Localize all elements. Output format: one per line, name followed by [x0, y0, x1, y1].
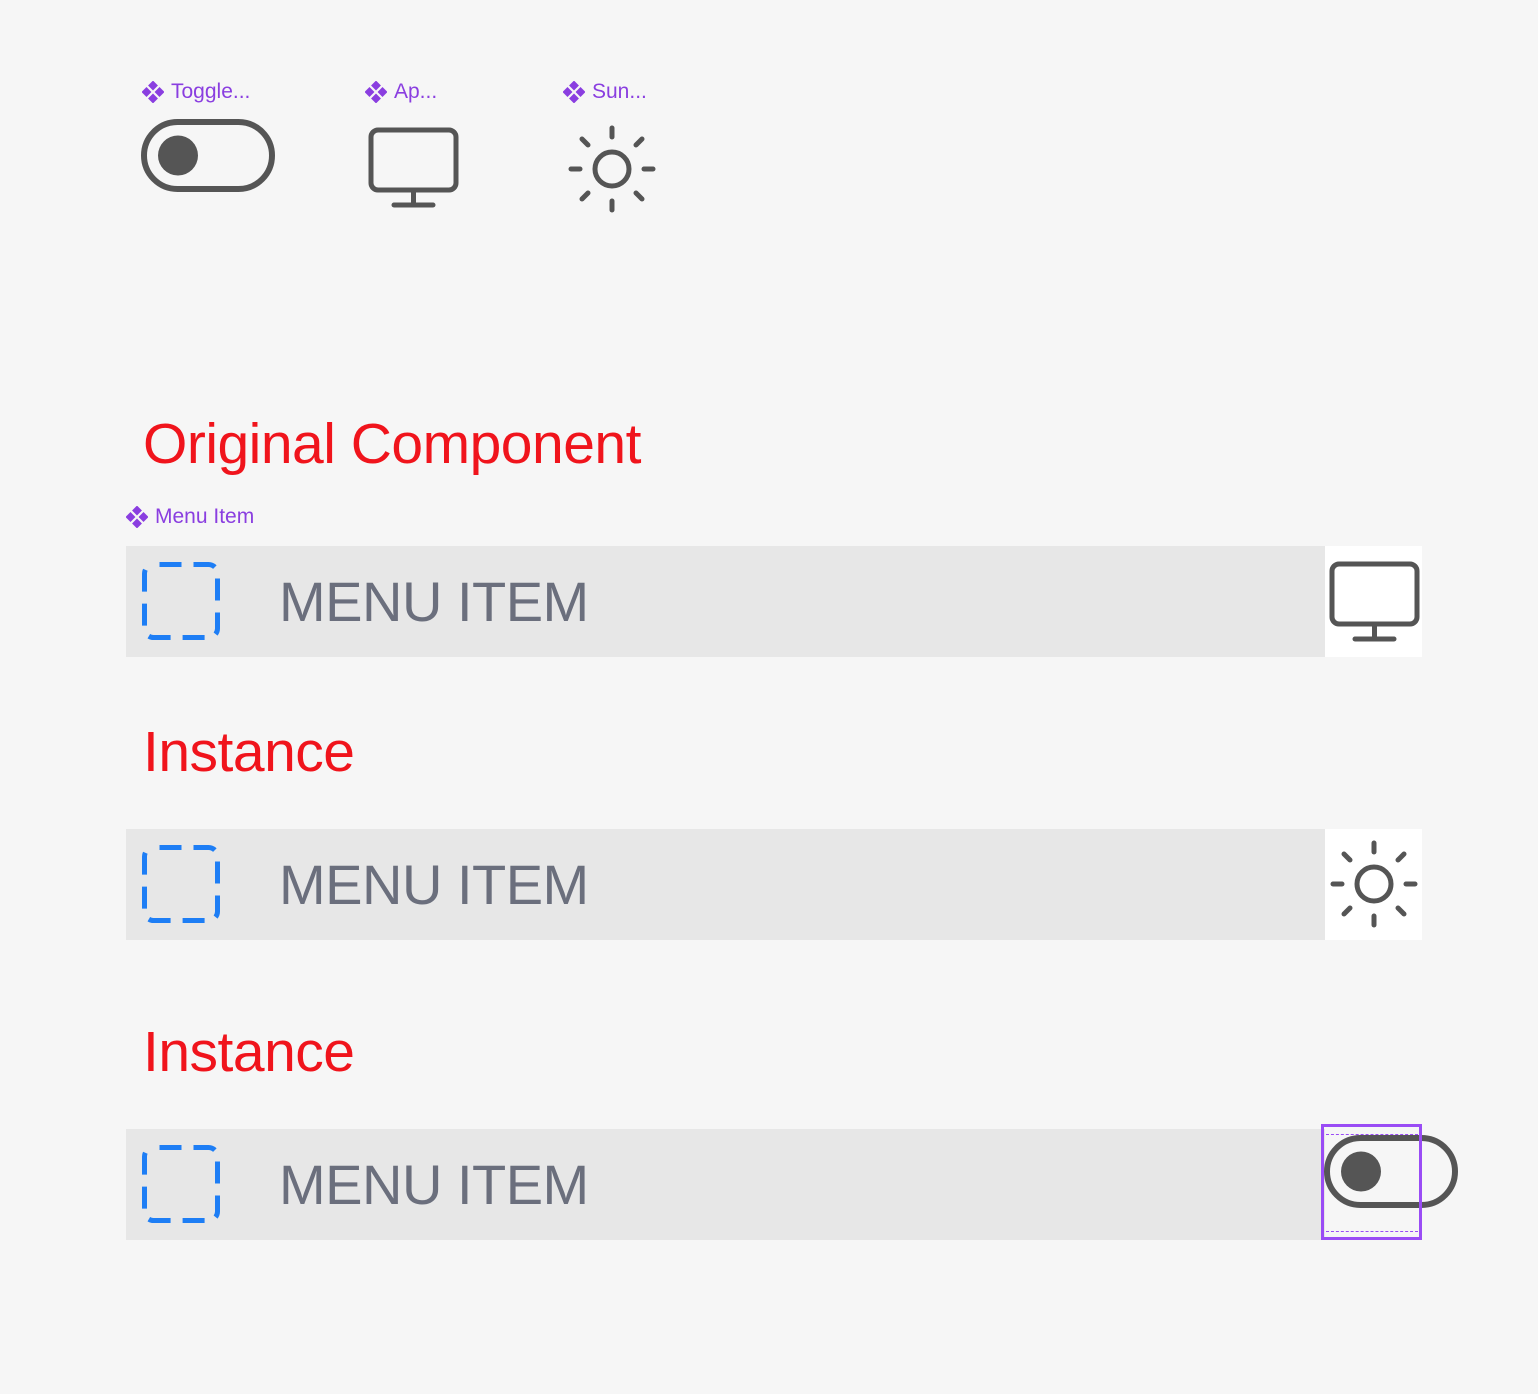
- appearance-component-name: Ap...: [394, 80, 438, 103]
- selection-box[interactable]: [1321, 1124, 1422, 1240]
- sun-component-name: Sun...: [592, 80, 647, 103]
- original-component-heading: Original Component: [143, 412, 641, 476]
- toggle-component-label[interactable]: Toggle...: [142, 80, 250, 104]
- monitor-icon[interactable]: [366, 126, 462, 212]
- component-icon: [126, 506, 148, 528]
- toggle-icon[interactable]: [140, 118, 280, 198]
- placeholder-icon: [142, 845, 220, 923]
- component-icon: [563, 81, 585, 103]
- appearance-component-label[interactable]: Ap...: [365, 80, 437, 104]
- menu-item-component-name: Menu Item: [155, 505, 255, 528]
- sun-icon[interactable]: [566, 124, 658, 216]
- menu-item-row-instance-2[interactable]: MENU ITEM: [126, 1129, 1325, 1240]
- sun-component-label[interactable]: Sun...: [563, 80, 647, 104]
- menu-item-row-instance-1[interactable]: MENU ITEM: [126, 829, 1325, 940]
- instance-heading-2: Instance: [143, 1020, 355, 1084]
- menu-item-row-original[interactable]: MENU ITEM: [126, 546, 1325, 657]
- menu-item-label: MENU ITEM: [279, 853, 589, 916]
- sun-icon: [1330, 840, 1418, 928]
- monitor-icon: [1329, 561, 1420, 642]
- instance-heading-1: Instance: [143, 720, 355, 784]
- toggle-component-name: Toggle...: [171, 80, 251, 103]
- component-icon: [142, 81, 164, 103]
- menu-item-label: MENU ITEM: [279, 1153, 589, 1216]
- component-icon: [365, 81, 387, 103]
- placeholder-icon: [142, 1145, 220, 1223]
- menu-item-trailing-slot[interactable]: [1325, 829, 1422, 940]
- menu-item-trailing-slot[interactable]: [1325, 546, 1422, 657]
- placeholder-icon: [142, 562, 220, 640]
- menu-item-label: MENU ITEM: [279, 570, 589, 633]
- menu-item-component-label[interactable]: Menu Item: [126, 505, 254, 529]
